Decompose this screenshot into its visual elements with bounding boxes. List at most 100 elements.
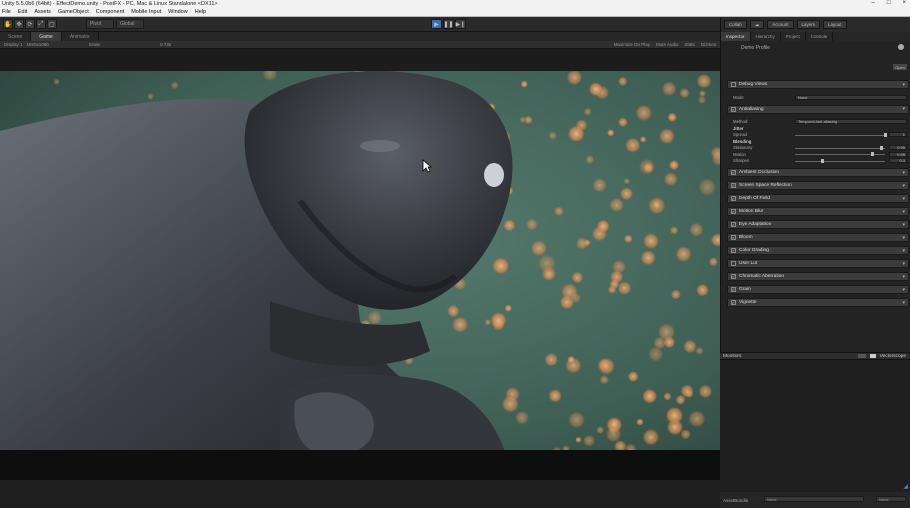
tab-game[interactable]: Game — [31, 32, 62, 41]
preview-play-icon[interactable] — [869, 354, 876, 358]
chevron-icon[interactable]: ▾ — [902, 222, 905, 228]
effect-header[interactable]: ✓ Depth Of Field ▾ — [727, 194, 909, 203]
close-button[interactable]: × — [902, 0, 906, 6]
effect-enable-checkbox[interactable] — [731, 261, 736, 266]
chevron-icon[interactable]: ▾ — [902, 300, 905, 306]
settings-gear-icon[interactable] — [898, 44, 904, 50]
step-icon[interactable]: ▶❙ — [455, 19, 466, 29]
setting-slider[interactable] — [795, 145, 885, 150]
effect-header[interactable]: ✓ Motion Blur ▾ — [727, 207, 909, 216]
maximize-on-play-toggle[interactable]: Maximize On Play — [614, 42, 650, 47]
effect-enable-checkbox[interactable]: ✓ — [731, 274, 736, 279]
display-dropdown[interactable]: Display 1 — [4, 42, 23, 47]
effect-enable-checkbox[interactable]: ✓ — [731, 222, 736, 227]
pause-icon[interactable]: ❚❚ — [443, 19, 454, 29]
effect-header[interactable]: ✓ Vignette ▾ — [727, 298, 909, 307]
slider-knob[interactable] — [884, 132, 887, 137]
cloud-icon[interactable]: ☁ — [749, 20, 765, 29]
menu-help[interactable]: Help — [195, 9, 206, 15]
tab-project[interactable]: Project — [781, 32, 806, 41]
effect-header[interactable]: ✓ Screen Space Reflection ▾ — [727, 181, 909, 190]
effect-enable-checkbox[interactable]: ✓ — [731, 196, 736, 201]
chevron-icon[interactable]: ▾ — [902, 261, 905, 267]
play-icon[interactable]: ▶ — [431, 19, 442, 29]
pivot-toggle[interactable]: Pivot — [86, 19, 114, 29]
effect-header[interactable]: Debug Views ▾ — [727, 80, 909, 89]
preview-toggle-icon[interactable] — [857, 354, 866, 358]
chevron-icon[interactable]: ▾ — [902, 235, 905, 241]
effect-enable-checkbox[interactable] — [731, 82, 736, 87]
global-toggle[interactable]: Global — [116, 19, 144, 29]
chevron-icon[interactable]: ▾ — [902, 287, 905, 293]
tab-scene[interactable]: Scene — [0, 32, 32, 41]
chevron-icon[interactable]: ▾ — [902, 170, 905, 176]
chevron-icon[interactable]: ▾ — [902, 183, 905, 189]
setting-slider[interactable] — [795, 132, 887, 137]
slider-knob[interactable] — [879, 145, 883, 150]
effect-header[interactable]: ✓ Chromatic Aberration ▾ — [727, 272, 909, 281]
slider-knob[interactable] — [821, 158, 824, 163]
slider-knob[interactable] — [870, 152, 874, 156]
effect-header[interactable]: ✓ Bloom ▾ — [727, 233, 909, 242]
tab-inspector[interactable]: Inspector — [721, 32, 751, 41]
chevron-icon[interactable]: ▾ — [902, 82, 905, 88]
menu-window[interactable]: Window — [168, 9, 188, 15]
effect-enable-checkbox[interactable]: ✓ — [731, 106, 736, 112]
effect-header[interactable]: ✓ Grain ▾ — [727, 285, 909, 294]
scale-tool-icon[interactable]: ⤢ — [36, 19, 46, 29]
setting-value[interactable]: 1 — [889, 132, 907, 138]
game-viewport[interactable] — [0, 49, 720, 480]
rect-tool-icon[interactable]: ▢ — [47, 19, 57, 29]
chevron-icon[interactable]: ▾ — [902, 209, 905, 215]
open-button[interactable]: Open — [893, 64, 907, 70]
account-dropdown[interactable]: Account — [767, 20, 794, 29]
chevron-icon[interactable]: ▾ — [902, 248, 905, 254]
effect-header[interactable]: ✓ Antialiasing ▾ — [727, 104, 909, 114]
layers-dropdown[interactable]: Layers — [796, 20, 821, 29]
effect-enable-checkbox[interactable]: ✓ — [731, 287, 736, 292]
tab-hierarchy[interactable]: Hierarchy — [751, 32, 781, 41]
vectorscope-label[interactable]: Vectorscope — [880, 354, 906, 359]
effect-enable-checkbox[interactable]: ✓ — [731, 183, 736, 188]
chevron-icon[interactable]: ▾ — [902, 196, 905, 202]
resize-handle-icon[interactable]: ◢ — [903, 483, 908, 490]
maximize-button[interactable]: □ — [887, 0, 891, 6]
rotate-tool-icon[interactable]: ⟳ — [25, 19, 35, 29]
menu-assets[interactable]: Assets — [34, 9, 51, 15]
effect-enable-checkbox[interactable]: ✓ — [731, 248, 736, 253]
effect-enable-checkbox[interactable]: ✓ — [731, 209, 736, 214]
effect-enable-checkbox[interactable]: ✓ — [731, 235, 736, 240]
chevron-icon[interactable]: ▾ — [902, 106, 905, 112]
setting-dropdown[interactable]: None — [795, 94, 907, 100]
setting-value[interactable]: 0.95 — [889, 145, 907, 151]
stats-toggle[interactable]: Stats — [684, 42, 694, 47]
effect-header[interactable]: ✓ Color Grading ▾ — [727, 246, 909, 255]
effect-enable-checkbox[interactable]: ✓ — [731, 300, 736, 305]
setting-value[interactable]: 0.85 — [889, 151, 907, 157]
menu-edit[interactable]: Edit — [18, 9, 27, 15]
effect-header[interactable]: User Lut ▾ — [727, 259, 909, 268]
assetbundle-variant-dropdown[interactable]: None — [876, 496, 906, 502]
tab-animator[interactable]: Animator — [62, 32, 99, 41]
menu-component[interactable]: Component — [96, 9, 124, 15]
setting-slider[interactable] — [795, 158, 885, 163]
gizmos-dropdown[interactable]: Gizmos — [701, 42, 716, 47]
tab-console[interactable]: Console — [806, 32, 834, 41]
collab-button[interactable]: Collab — [724, 20, 747, 29]
layout-dropdown[interactable]: Layout — [823, 20, 847, 29]
assetbundle-name-dropdown[interactable]: None — [764, 496, 864, 502]
effect-enable-checkbox[interactable]: ✓ — [731, 170, 736, 175]
chevron-icon[interactable]: ▾ — [902, 274, 905, 280]
resolution-dropdown[interactable]: 1920x1080 — [27, 42, 49, 47]
effect-header[interactable]: ✓ Ambient Occlusion ▾ — [727, 168, 909, 177]
menu-file[interactable]: File — [2, 9, 11, 15]
setting-value[interactable]: 0.3 — [889, 158, 907, 164]
mute-audio-toggle[interactable]: Mute Audio — [656, 42, 679, 47]
move-tool-icon[interactable]: ✥ — [14, 19, 24, 29]
menu-mobile-input[interactable]: Mobile Input — [131, 9, 161, 15]
menu-gameobject[interactable]: GameObject — [58, 9, 89, 15]
setting-slider[interactable] — [795, 152, 885, 156]
setting-dropdown[interactable]: Temporal Anti-aliasing — [795, 119, 907, 125]
effect-header[interactable]: ✓ Eye Adaptation ▾ — [727, 220, 909, 229]
hand-tool-icon[interactable]: ✋ — [3, 19, 13, 29]
